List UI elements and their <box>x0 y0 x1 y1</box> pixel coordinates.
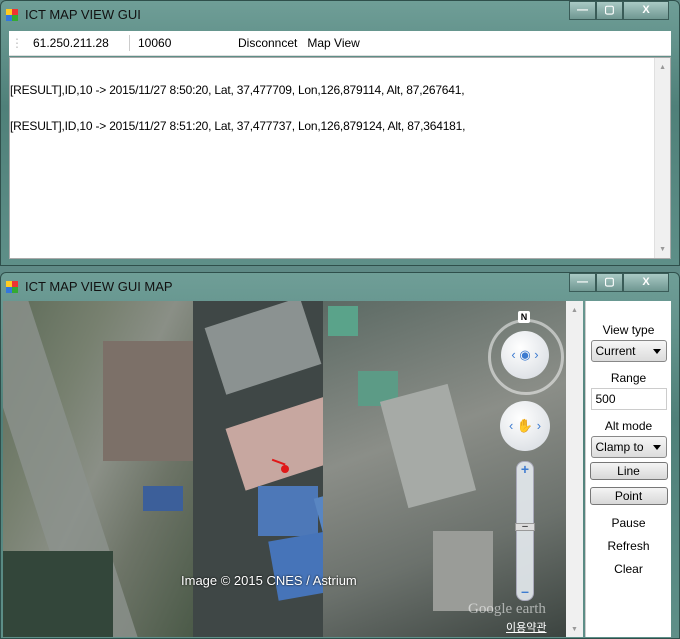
panel-scrollbar[interactable]: ▲ ▼ <box>566 301 583 637</box>
alt-mode-label: Alt mode <box>604 419 653 433</box>
close-button[interactable]: X <box>623 273 669 292</box>
view-type-select[interactable]: Current <box>590 340 667 362</box>
satellite-map[interactable]: N ‹ ◉ › ‹ ✋ › + – – Image © 2015 CNES / … <box>3 301 566 637</box>
line-button[interactable]: Line <box>589 462 668 480</box>
maximize-button[interactable]: ▢ <box>596 1 623 20</box>
google-earth-logo: Google earth <box>468 601 546 617</box>
grip-icon: ⋮ <box>11 36 23 50</box>
disconnect-button[interactable]: Disconncet <box>230 36 305 50</box>
view-type-label: View type <box>602 323 655 337</box>
point-button[interactable]: Point <box>589 487 668 505</box>
control-panel: View type Current Range 500 Alt mode Cla… <box>585 301 671 637</box>
zoom-out-icon[interactable]: – <box>515 583 535 599</box>
refresh-button[interactable]: Refresh <box>586 539 671 553</box>
port-field[interactable]: 10060 <box>130 36 230 50</box>
look-eye-icon[interactable]: ‹ ◉ › <box>501 331 549 379</box>
terms-link[interactable]: 이용약관 <box>506 619 546 635</box>
toolbar: ⋮ 61.250.211.28 10060 Disconncet Map Vie… <box>9 31 671 56</box>
log-scrollbar[interactable]: ▲ ▼ <box>654 58 670 258</box>
app-icon <box>6 281 18 293</box>
zoom-in-icon[interactable]: + <box>515 461 535 477</box>
map-view-button[interactable]: Map View <box>305 36 367 50</box>
log-line: [RESULT],ID,10 -> 2015/11/27 8:50:20, La… <box>10 83 465 97</box>
map-window: ICT MAP VIEW GUI MAP — ▢ X N ‹ ◉ › ‹ ✋ ›… <box>0 272 680 639</box>
alt-mode-select[interactable]: Clamp to <box>590 436 667 458</box>
log-textarea[interactable]: [RESULT],ID,10 -> 2015/11/27 8:50:20, La… <box>9 57 671 259</box>
minimize-button[interactable]: — <box>569 1 596 20</box>
compass-north-label: N <box>518 311 530 323</box>
position-marker[interactable] <box>281 465 289 473</box>
minimize-button[interactable]: — <box>569 273 596 292</box>
log-line: [RESULT],ID,10 -> 2015/11/27 8:51:20, La… <box>10 119 466 133</box>
window-title: ICT MAP VIEW GUI MAP <box>25 279 173 294</box>
move-hand-icon[interactable]: ‹ ✋ › <box>500 401 550 451</box>
imagery-attribution: Image © 2015 CNES / Astrium <box>181 573 357 588</box>
main-window: ICT MAP VIEW GUI — ▢ X ⋮ 61.250.211.28 1… <box>0 0 680 266</box>
window-title: ICT MAP VIEW GUI <box>25 7 141 22</box>
ip-field[interactable]: 61.250.211.28 <box>25 36 129 50</box>
close-button[interactable]: X <box>623 1 669 20</box>
pause-button[interactable]: Pause <box>586 516 671 530</box>
maximize-button[interactable]: ▢ <box>596 273 623 292</box>
range-input[interactable]: 500 <box>590 388 667 410</box>
app-icon <box>6 9 18 21</box>
zoom-slider-thumb[interactable]: – <box>515 522 535 532</box>
clear-button[interactable]: Clear <box>586 562 671 576</box>
range-label: Range <box>610 371 647 385</box>
